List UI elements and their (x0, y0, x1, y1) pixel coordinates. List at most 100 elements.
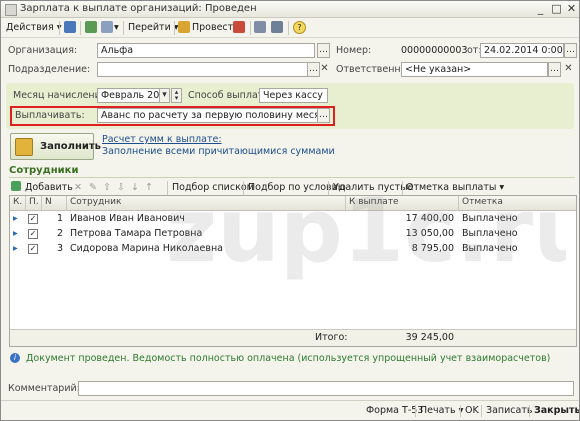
row-mark: Выплачено (462, 228, 518, 239)
actions-menu[interactable]: Действия ▾ (6, 21, 61, 34)
print-menu[interactable]: Печать ▾ (420, 405, 463, 416)
toolbar-separator (402, 181, 403, 195)
month-spinner-icon[interactable]: ▴ ▾ (171, 88, 182, 103)
row-num: 3 (57, 243, 64, 254)
toolbar-separator (288, 21, 289, 35)
maximize-button[interactable]: □ (550, 2, 563, 15)
row-num: 2 (57, 228, 64, 239)
toolbar-separator (328, 181, 329, 195)
row-kind-icon: ▸ (13, 243, 18, 254)
edit-icon[interactable]: ✎ (89, 181, 97, 194)
organization-field[interactable]: Альфа (97, 43, 315, 58)
sort-asc-icon[interactable]: ↓ (131, 181, 139, 194)
payment-mark-menu[interactable]: Отметка выплаты ▾ (406, 181, 504, 194)
row-checkbox[interactable]: ✓ (28, 214, 38, 224)
add-icon (11, 181, 21, 191)
organization-label: Организация: (8, 45, 78, 56)
payment-method-field[interactable]: Через кассу (259, 88, 328, 103)
fill-button[interactable]: Заполнить (10, 133, 101, 160)
row-to-pay: 13 050,00 (405, 228, 454, 239)
responsible-clear-icon[interactable]: ✕ (563, 62, 574, 75)
status-separator (415, 405, 416, 417)
table-row[interactable]: ▸ ✓ 1 Иванов Иван Иванович 17 400,00 Вып… (10, 213, 576, 225)
responsible-select-button[interactable]: … (548, 62, 561, 77)
column-separator (25, 196, 26, 210)
month-dropdown-icon[interactable]: ▾ (159, 88, 170, 103)
move-up-icon[interactable]: ⇧ (103, 181, 111, 194)
save-button[interactable]: Записать (486, 405, 532, 416)
list-settings-icon[interactable] (271, 21, 283, 33)
fill-icon (15, 138, 33, 156)
select-condition-button[interactable]: Подбор по условию (248, 181, 346, 194)
delete-icon[interactable]: ✕ (74, 181, 82, 194)
row-employee: Иванов Иван Иванович (70, 213, 185, 224)
employees-section-title: Сотрудники (9, 165, 79, 176)
col-p[interactable]: П. (29, 197, 39, 207)
col-employee[interactable]: Сотрудник (70, 197, 121, 207)
status-separator (481, 405, 482, 417)
responsible-field[interactable]: <Не указан> (401, 62, 548, 77)
number-value: 00000000003 (401, 45, 468, 56)
row-to-pay: 8 795,00 (411, 243, 454, 254)
total-value: 39 245,00 (405, 332, 454, 343)
print-label: Печать (420, 405, 456, 416)
date-calendar-button[interactable]: … (564, 43, 577, 58)
help-icon[interactable]: ? (293, 21, 306, 34)
table-footer: Итого: 39 245,00 (10, 329, 576, 346)
goto-menu[interactable]: Перейти ▾ (128, 21, 179, 34)
col-to-pay[interactable]: К выплате (349, 197, 399, 207)
organization-select-button[interactable]: … (317, 43, 330, 58)
row-checkbox[interactable]: ✓ (28, 244, 38, 254)
select-list-button[interactable]: Подбор списком (172, 181, 254, 194)
movements-icon[interactable] (233, 21, 245, 33)
column-separator (66, 196, 67, 210)
sort-desc-icon[interactable]: ↑ (145, 181, 153, 194)
row-kind-icon: ▸ (13, 228, 18, 239)
month-field[interactable]: Февраль 2014 (97, 88, 160, 103)
col-mark[interactable]: Отметка (462, 197, 503, 207)
calc-link[interactable]: Расчет сумм к выплате: (102, 134, 222, 145)
row-kind-icon: ▸ (13, 213, 18, 224)
col-num[interactable]: N (45, 197, 52, 207)
save-post-icon[interactable] (64, 21, 76, 33)
date-field[interactable]: 24.02.2014 0:00:00 (480, 43, 564, 58)
main-toolbar: Действия ▾ ▾ Перейти ▾ Провести ? (1, 18, 579, 38)
fill-button-label: Заполнить (40, 141, 101, 152)
document-structure-icon[interactable] (254, 21, 266, 33)
structure-dropdown-icon[interactable]: ▾ (114, 21, 119, 34)
ok-button[interactable]: OK (465, 405, 479, 416)
post-icon (178, 21, 190, 33)
toolbar-separator (243, 181, 244, 195)
document-window: Зарплата к выплате организаций: Проведен… (0, 0, 580, 421)
toolbar-separator (250, 21, 251, 35)
row-employee: Сидорова Марина Николаевна (70, 243, 223, 254)
add-button[interactable]: Добавить (25, 181, 73, 194)
month-label: Месяц начисления: (13, 90, 110, 101)
division-label: Подразделение: (8, 64, 91, 75)
table-row[interactable]: ▸ ✓ 3 Сидорова Марина Николаевна 8 795,0… (10, 243, 576, 255)
close-window-button[interactable]: ✕ (565, 2, 578, 15)
table-row[interactable]: ▸ ✓ 2 Петрова Тамара Петровна 13 050,00 … (10, 228, 576, 240)
row-num: 1 (57, 213, 64, 224)
structure-icon[interactable] (101, 21, 113, 33)
division-clear-icon[interactable]: ✕ (319, 62, 330, 75)
col-k[interactable]: К. (13, 197, 22, 207)
comment-field[interactable] (78, 381, 574, 396)
refresh-icon[interactable] (85, 21, 97, 33)
fill-all-link[interactable]: Заполнение всеми причитающимися суммами (102, 146, 335, 157)
comment-label: Комментарий: (8, 383, 80, 394)
row-mark: Выплачено (462, 243, 518, 254)
row-employee: Петрова Тамара Петровна (70, 228, 203, 239)
info-icon: i (10, 353, 20, 363)
column-separator (345, 196, 346, 210)
title-bar: Зарплата к выплате организаций: Проведен… (1, 1, 579, 18)
division-field[interactable] (97, 62, 315, 77)
toolbar-separator (167, 181, 168, 195)
document-icon (5, 4, 17, 16)
row-checkbox[interactable]: ✓ (28, 229, 38, 239)
info-message: Документ проведен. Ведомость полностью о… (26, 353, 551, 364)
minimize-button[interactable]: _ (534, 2, 547, 15)
move-down-icon[interactable]: ⇩ (117, 181, 125, 194)
total-label: Итого: (315, 332, 348, 343)
close-button[interactable]: Закрыть (534, 405, 579, 416)
